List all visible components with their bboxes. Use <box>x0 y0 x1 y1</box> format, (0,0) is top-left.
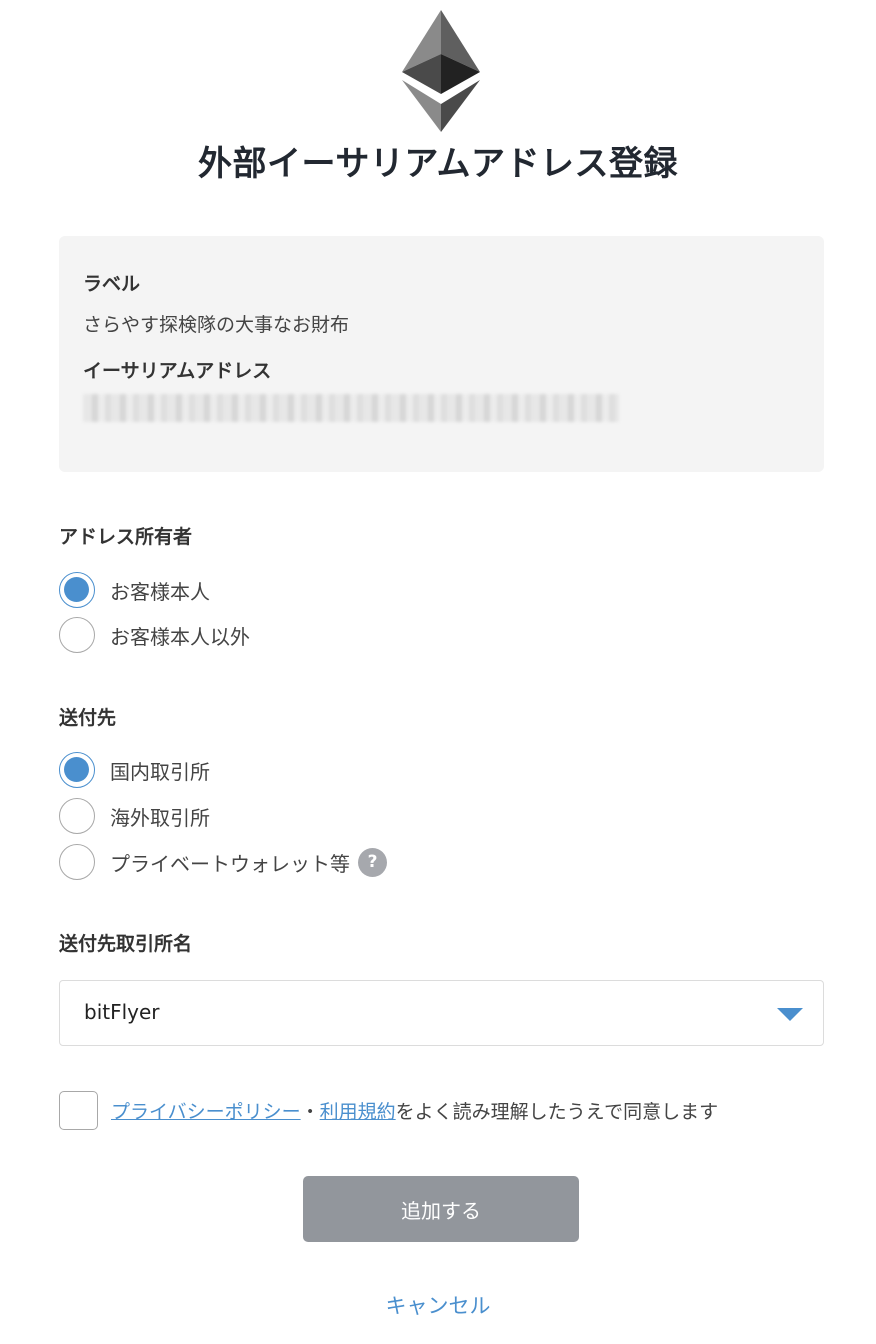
owner-option-other[interactable]: お客様本人以外 <box>59 615 250 655</box>
agreement-text: プライバシーポリシー・利用規約をよく読み理解したうえで同意します <box>111 1097 718 1124</box>
radio-selected-icon[interactable] <box>59 752 95 788</box>
link-separator: ・ <box>300 1100 320 1123</box>
destination-option-overseas[interactable]: 海外取引所 <box>59 796 210 836</box>
destination-option-label: 国内取引所 <box>110 759 210 784</box>
owner-heading: アドレス所有者 <box>59 526 193 548</box>
add-button[interactable]: 追加する <box>303 1176 579 1242</box>
owner-option-self[interactable]: お客様本人 <box>59 570 210 610</box>
destination-option-private-wallet[interactable]: プライベートウォレット等 ? <box>59 842 387 882</box>
chevron-down-icon <box>777 1008 803 1021</box>
address-value-redacted <box>83 394 619 422</box>
label-heading: ラベル <box>83 273 141 295</box>
owner-option-label: お客様本人以外 <box>110 624 250 649</box>
address-heading: イーサリアムアドレス <box>83 360 272 382</box>
destination-heading: 送付先 <box>59 707 117 729</box>
owner-option-label: お客様本人 <box>110 579 210 604</box>
radio-unselected-icon[interactable] <box>59 617 95 653</box>
exchange-selected-value: bitFlyer <box>84 1000 160 1024</box>
destination-option-label: 海外取引所 <box>110 805 210 830</box>
address-info-panel: ラベル さらやす探検隊の大事なお財布 イーサリアムアドレス <box>59 236 824 472</box>
radio-selected-icon[interactable] <box>59 572 95 608</box>
exchange-heading: 送付先取引所名 <box>59 933 193 955</box>
radio-unselected-icon[interactable] <box>59 844 95 880</box>
agreement-row: プライバシーポリシー・利用規約をよく読み理解したうえで同意します <box>59 1090 718 1130</box>
ethereum-logo-icon <box>402 10 480 132</box>
terms-link[interactable]: 利用規約 <box>320 1101 396 1123</box>
privacy-policy-link[interactable]: プライバシーポリシー <box>111 1101 301 1123</box>
help-icon[interactable]: ? <box>358 847 387 877</box>
agreement-sentence: をよく読み理解したうえで同意します <box>395 1100 719 1123</box>
destination-option-label: プライベートウォレット等 <box>110 851 350 876</box>
page-title: 外部イーサリアムアドレス登録 <box>198 144 678 184</box>
cancel-link[interactable]: キャンセル <box>0 1290 876 1320</box>
destination-option-domestic[interactable]: 国内取引所 <box>59 750 210 790</box>
exchange-select[interactable]: bitFlyer <box>59 980 824 1046</box>
label-value: さらやす探検隊の大事なお財布 <box>83 314 350 336</box>
agree-checkbox[interactable] <box>59 1090 98 1130</box>
radio-unselected-icon[interactable] <box>59 798 95 834</box>
